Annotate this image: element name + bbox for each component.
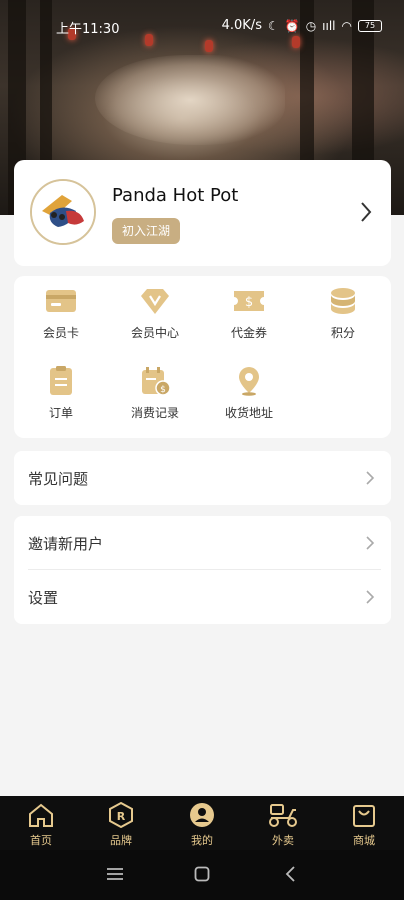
- grid-item-member-center[interactable]: 会员中心: [108, 278, 202, 348]
- alarm-icon: ⏰: [284, 18, 300, 33]
- tab-label: 品牌: [110, 834, 132, 847]
- tab-label: 外卖: [272, 834, 294, 847]
- profile-card[interactable]: Panda Hot Pot 初入江湖: [14, 160, 391, 266]
- panda-logo-icon: [32, 181, 94, 243]
- back-icon[interactable]: [284, 866, 296, 882]
- grid-item-label: 消费记录: [130, 406, 179, 420]
- grid-item-label: 积分: [330, 326, 355, 340]
- brand-icon: R: [109, 802, 133, 828]
- tab-label: 首页: [30, 834, 52, 847]
- faq-row[interactable]: 常见问题: [14, 451, 391, 505]
- grid-item-consumption-record[interactable]: $ 消费记录: [108, 358, 202, 428]
- member-level-badge: 初入江湖: [112, 218, 181, 244]
- dragon-sculpture: [95, 55, 285, 145]
- profile-name: Panda Hot Pot: [112, 185, 239, 206]
- chevron-right-icon: [366, 536, 375, 550]
- banner-lamp: [205, 40, 213, 52]
- grid-item-label: 会员中心: [130, 326, 179, 340]
- svg-text:$: $: [160, 385, 166, 395]
- diamond-icon: [141, 289, 169, 314]
- grid-item-member-card[interactable]: 会员卡: [14, 278, 108, 348]
- grid-item-address[interactable]: 收货地址: [202, 358, 296, 428]
- home-square-icon[interactable]: [194, 866, 210, 882]
- tab-label: 我的: [191, 834, 213, 847]
- faq-label: 常见问题: [28, 469, 89, 488]
- wifi-icon: ◠: [341, 18, 352, 33]
- status-time: 上午11:30: [56, 22, 120, 37]
- avatar[interactable]: [30, 179, 96, 245]
- menu-icon[interactable]: [106, 866, 124, 882]
- tab-takeout[interactable]: 外卖: [253, 800, 313, 848]
- voucher-icon: $: [234, 291, 264, 311]
- svg-text:$: $: [245, 295, 253, 310]
- home-icon: [29, 803, 53, 827]
- chevron-right-icon[interactable]: [359, 200, 373, 224]
- battery-icon: 75: [358, 19, 382, 32]
- invite-label: 邀请新用户: [28, 534, 104, 553]
- settings-label: 设置: [28, 588, 59, 607]
- scooter-icon: [269, 804, 297, 827]
- tab-mall[interactable]: 商城: [334, 800, 394, 848]
- signal-icon: ııll: [322, 18, 336, 33]
- settings-row[interactable]: 设置: [14, 570, 391, 624]
- chevron-right-icon: [366, 471, 375, 485]
- order-icon: [50, 366, 72, 395]
- system-nav-bar: [0, 850, 404, 900]
- member-card-icon: [46, 290, 76, 312]
- calendar-dollar-icon: $: [142, 367, 171, 396]
- grid-item-label: 订单: [48, 406, 73, 420]
- feature-grid: 会员卡 会员中心 $ 代金券 积分 订单 $ 消费记录 收货地址: [14, 276, 391, 438]
- tab-label: 商城: [353, 834, 375, 847]
- moon-icon: ☾: [267, 18, 279, 33]
- shopping-bag-icon: [353, 805, 375, 827]
- grid-item-points[interactable]: 积分: [296, 278, 390, 348]
- chevron-right-icon: [366, 590, 375, 604]
- user-icon: [190, 803, 214, 827]
- svg-text:R: R: [117, 810, 126, 823]
- tab-home[interactable]: 首页: [11, 800, 71, 848]
- grid-item-label: 代金券: [230, 326, 267, 340]
- invite-row[interactable]: 邀请新用户: [14, 516, 391, 570]
- invite-settings-card: 邀请新用户 设置: [14, 516, 391, 624]
- bottom-tab-bar: 首页 R 品牌 我的 外卖 商城: [0, 796, 404, 850]
- network-speed: 4.0K/s: [221, 18, 262, 33]
- grid-item-orders[interactable]: 订单: [14, 358, 108, 428]
- grid-item-voucher[interactable]: $ 代金券: [202, 278, 296, 348]
- coins-icon: [331, 288, 355, 314]
- tab-mine[interactable]: 我的: [172, 800, 232, 848]
- grid-item-label: 收货地址: [224, 406, 273, 420]
- tab-brand[interactable]: R 品牌: [91, 800, 151, 848]
- status-icons: 4.0K/s ☾ ⏰ ◷ ııll ◠ 75: [222, 18, 382, 33]
- faq-card: 常见问题: [14, 451, 391, 505]
- status-bar: 上午11:30 4.0K/s ☾ ⏰ ◷ ııll ◠ 75: [0, 14, 404, 38]
- location-pin-icon: [239, 367, 259, 396]
- grid-item-label: 会员卡: [42, 326, 79, 340]
- clock-icon: ◷: [305, 18, 317, 33]
